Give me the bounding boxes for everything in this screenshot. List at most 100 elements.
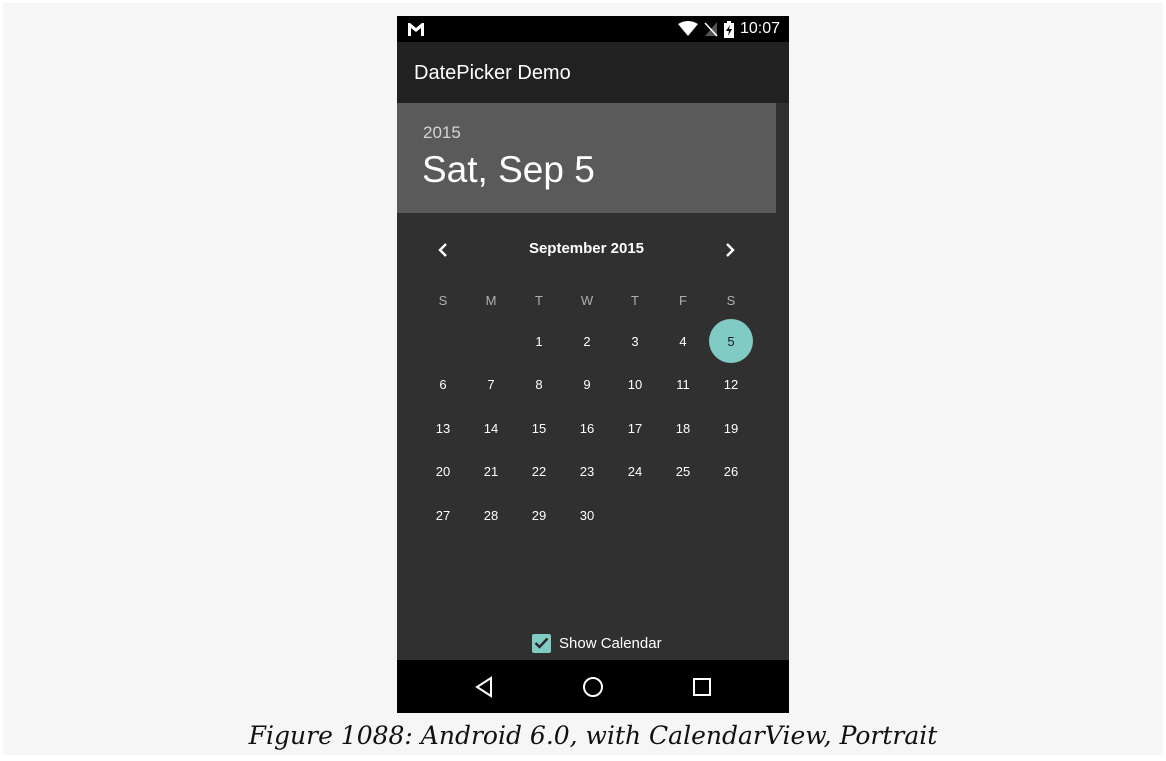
back-button[interactable] bbox=[469, 672, 499, 702]
day-cell[interactable]: 13 bbox=[419, 413, 467, 443]
wifi-icon bbox=[677, 21, 698, 36]
calendar-week-row: 6 7 8 9 10 11 12 bbox=[419, 369, 755, 399]
figure-caption: Figure 1088: Android 6.0, with CalendarV… bbox=[248, 721, 938, 750]
day-cell[interactable]: 22 bbox=[515, 456, 563, 486]
next-month-button[interactable] bbox=[715, 236, 745, 264]
battery-charging-icon bbox=[723, 20, 734, 38]
back-icon bbox=[475, 676, 492, 698]
day-number: 27 bbox=[435, 507, 451, 523]
day-cell[interactable]: 4 bbox=[659, 326, 707, 356]
day-number: 23 bbox=[579, 463, 595, 479]
app-bar: DatePicker Demo bbox=[397, 42, 789, 103]
day-number: 14 bbox=[483, 420, 499, 436]
day-cell[interactable]: 2 bbox=[563, 326, 611, 356]
day-cell[interactable]: 23 bbox=[563, 456, 611, 486]
day-number: 1 bbox=[535, 333, 543, 349]
chevron-right-icon bbox=[726, 243, 735, 257]
day-cell[interactable]: 21 bbox=[467, 456, 515, 486]
day-number: 8 bbox=[535, 376, 543, 392]
header-selected-date[interactable]: Sat, Sep 5 bbox=[422, 149, 595, 191]
day-cell[interactable]: 1 bbox=[515, 326, 563, 356]
day-number: 17 bbox=[627, 420, 643, 436]
day-cell[interactable]: 9 bbox=[563, 369, 611, 399]
gmail-icon bbox=[408, 23, 424, 36]
day-cell[interactable]: 25 bbox=[659, 456, 707, 486]
day-cell[interactable]: 8 bbox=[515, 369, 563, 399]
status-time: 10:07 bbox=[739, 20, 780, 37]
calendar-week-row: 20 21 22 23 24 25 26 bbox=[419, 456, 755, 486]
show-calendar-checkbox[interactable]: Show Calendar bbox=[532, 633, 662, 653]
day-cell[interactable]: 18 bbox=[659, 413, 707, 443]
month-navigation: September 2015 bbox=[397, 236, 776, 264]
day-cell[interactable]: 29 bbox=[515, 500, 563, 530]
day-cell[interactable]: 6 bbox=[419, 369, 467, 399]
day-cell[interactable]: 10 bbox=[611, 369, 659, 399]
day-number: 4 bbox=[679, 333, 687, 349]
day-cell[interactable]: 3 bbox=[611, 326, 659, 356]
day-number: 29 bbox=[531, 507, 547, 523]
weekday-label: S bbox=[438, 292, 448, 308]
day-number: 7 bbox=[487, 376, 495, 392]
day-number: 9 bbox=[583, 376, 591, 392]
day-number: 20 bbox=[435, 463, 451, 479]
day-number: 5 bbox=[727, 333, 735, 349]
date-header: 2015 Sat, Sep 5 bbox=[397, 103, 776, 213]
day-number: 22 bbox=[531, 463, 547, 479]
app-title: DatePicker Demo bbox=[414, 62, 571, 84]
calendar-week-row: 27 28 29 30 bbox=[419, 500, 755, 530]
day-cell[interactable]: 14 bbox=[467, 413, 515, 443]
show-calendar-label: Show Calendar bbox=[559, 634, 662, 652]
day-number: 15 bbox=[531, 420, 547, 436]
empty-day-cell bbox=[467, 326, 515, 356]
day-number: 26 bbox=[723, 463, 739, 479]
day-cell[interactable]: 26 bbox=[707, 456, 755, 486]
day-cell[interactable]: 16 bbox=[563, 413, 611, 443]
day-number: 10 bbox=[627, 376, 643, 392]
day-number: 28 bbox=[483, 507, 499, 523]
empty-day-cell bbox=[707, 500, 755, 530]
weekday-label: T bbox=[535, 292, 543, 308]
day-cell[interactable]: 28 bbox=[467, 500, 515, 530]
day-cell[interactable]: 27 bbox=[419, 500, 467, 530]
day-cell[interactable]: 11 bbox=[659, 369, 707, 399]
calendar-week-row: 13 14 15 16 17 18 19 bbox=[419, 413, 755, 443]
header-year[interactable]: 2015 bbox=[423, 123, 461, 143]
recents-button[interactable] bbox=[687, 672, 717, 702]
home-icon bbox=[583, 677, 603, 697]
day-cell[interactable]: 19 bbox=[707, 413, 755, 443]
day-number: 2 bbox=[583, 333, 591, 349]
weekday-header: S M T W T F S bbox=[419, 285, 755, 315]
calendar-week-row: 1 2 3 4 5 bbox=[419, 319, 755, 363]
weekday-label: W bbox=[580, 292, 594, 308]
day-number: 13 bbox=[435, 420, 451, 436]
day-number: 12 bbox=[723, 376, 739, 392]
day-number: 24 bbox=[627, 463, 643, 479]
day-cell[interactable]: 20 bbox=[419, 456, 467, 486]
day-number: 6 bbox=[439, 376, 447, 392]
phone-screen: 10:07 DatePicker Demo 2015 Sat, Sep 5 Se… bbox=[397, 16, 789, 713]
day-number: 25 bbox=[675, 463, 691, 479]
weekday-label: F bbox=[679, 292, 687, 308]
no-signal-icon bbox=[704, 22, 718, 37]
day-number: 18 bbox=[675, 420, 691, 436]
checkmark-icon bbox=[534, 637, 549, 649]
home-button[interactable] bbox=[578, 672, 608, 702]
empty-day-cell bbox=[659, 500, 707, 530]
navigation-bar bbox=[397, 660, 789, 713]
day-cell[interactable]: 15 bbox=[515, 413, 563, 443]
day-cell[interactable]: 5 bbox=[707, 319, 755, 363]
figure-frame: 10:07 DatePicker Demo 2015 Sat, Sep 5 Se… bbox=[3, 3, 1163, 755]
day-cell[interactable]: 7 bbox=[467, 369, 515, 399]
empty-day-cell bbox=[419, 326, 467, 356]
day-number: 16 bbox=[579, 420, 595, 436]
day-cell[interactable]: 17 bbox=[611, 413, 659, 443]
day-cell[interactable]: 12 bbox=[707, 369, 755, 399]
day-cell[interactable]: 24 bbox=[611, 456, 659, 486]
checkbox-box[interactable] bbox=[532, 633, 551, 653]
weekday-label: S bbox=[726, 292, 736, 308]
day-cell[interactable]: 30 bbox=[563, 500, 611, 530]
day-number: 11 bbox=[676, 376, 690, 392]
day-number: 21 bbox=[483, 463, 499, 479]
day-number: 30 bbox=[579, 507, 595, 523]
recents-icon bbox=[693, 678, 711, 696]
